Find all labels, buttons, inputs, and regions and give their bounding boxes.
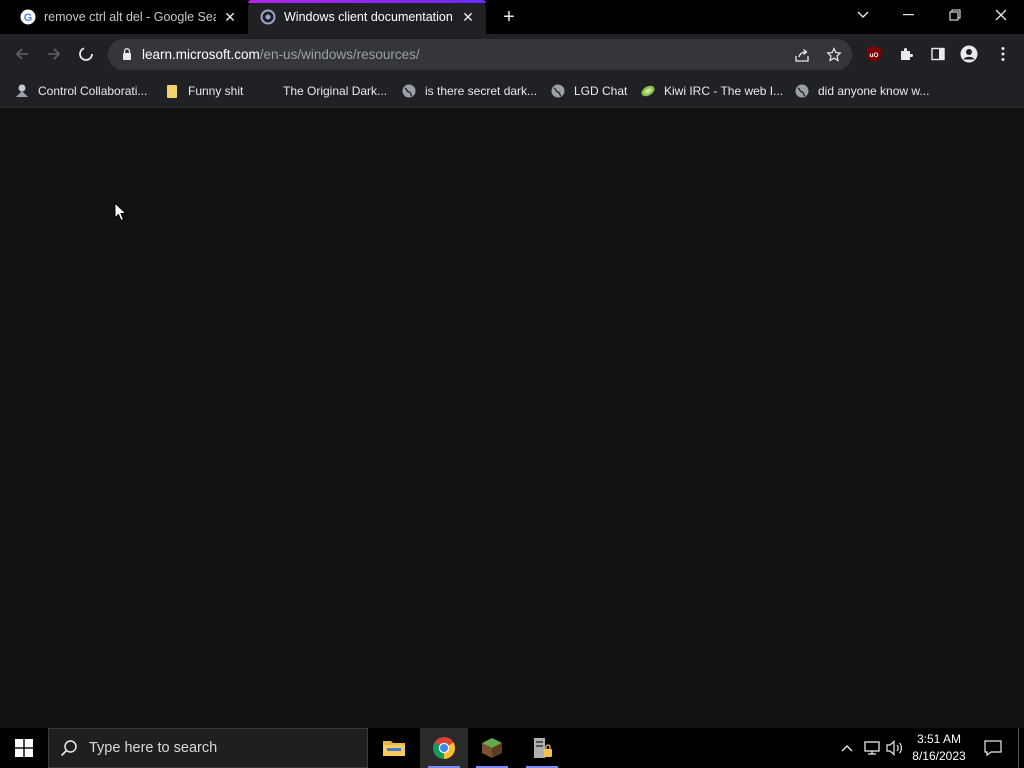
bookmark-original-dark[interactable]: The Original Dark... xyxy=(259,82,387,100)
tab-windows-docs[interactable]: Windows client documentation - ✕ xyxy=(248,0,486,34)
lock-icon[interactable] xyxy=(120,47,134,61)
tab-close-icon[interactable]: ✕ xyxy=(460,9,476,25)
volume-button[interactable] xyxy=(884,728,906,768)
blank-page-icon xyxy=(259,83,275,99)
kiwi-icon xyxy=(640,83,656,99)
folder-icon xyxy=(164,83,180,99)
start-button[interactable] xyxy=(0,728,48,768)
side-panel-icon[interactable] xyxy=(928,44,948,64)
taskbar-server-app[interactable] xyxy=(518,728,566,768)
bookmark-star-icon[interactable] xyxy=(824,45,844,65)
profile-avatar-icon[interactable] xyxy=(959,44,979,64)
bookmark-secret-dark[interactable]: is there secret dark... xyxy=(401,82,537,100)
arrow-right-icon xyxy=(48,48,61,60)
browser-toolbar: learn.microsoft.com/en-us/windows/resour… xyxy=(0,34,1024,74)
restore-button[interactable] xyxy=(932,0,978,30)
svg-text:uO: uO xyxy=(869,52,878,59)
tab-strip: G remove ctrl alt del - Google Sear ✕ Wi… xyxy=(0,0,1024,34)
minimize-icon xyxy=(903,14,914,16)
action-center-button[interactable] xyxy=(978,728,1008,768)
taskbar-chrome[interactable] xyxy=(420,728,468,768)
chevron-up-icon xyxy=(841,745,853,752)
minimize-button[interactable] xyxy=(886,0,932,30)
arrow-left-icon xyxy=(15,48,28,60)
page-content[interactable] xyxy=(0,108,1024,728)
address-bar[interactable]: learn.microsoft.com/en-us/windows/resour… xyxy=(108,39,852,70)
network-status-button[interactable] xyxy=(860,728,882,768)
tab-title: Windows client documentation - xyxy=(284,10,454,24)
bookmark-kiwi-irc[interactable]: Kiwi IRC - The web I... xyxy=(640,82,783,100)
kebab-menu-icon[interactable] xyxy=(993,44,1013,64)
url-host: learn.microsoft.com xyxy=(142,47,260,62)
bookmark-control-collaboration[interactable]: Control Collaborati... xyxy=(14,82,147,100)
file-explorer-icon xyxy=(383,741,405,756)
clock-date: 8/16/2023 xyxy=(912,749,966,763)
forward-button[interactable] xyxy=(40,40,68,68)
notification-icon xyxy=(984,740,1002,756)
clock-time: 3:51 AM xyxy=(916,732,962,746)
tab-google-search[interactable]: G remove ctrl alt del - Google Sear ✕ xyxy=(0,0,248,34)
speaker-icon xyxy=(886,740,902,756)
bookmark-label: did anyone know w... xyxy=(818,84,930,98)
bookmark-label: The Original Dark... xyxy=(283,84,388,98)
mouse-cursor-icon xyxy=(114,202,128,222)
windows-logo-icon xyxy=(15,739,33,757)
loading-spinner-icon xyxy=(79,47,93,61)
collab-icon xyxy=(14,83,30,99)
bookmark-funny[interactable]: Funny shit xyxy=(164,82,243,100)
bookmark-label: is there secret dark... xyxy=(425,84,538,98)
system-clock[interactable]: 3:51 AM 8/16/2023 xyxy=(906,731,972,765)
search-placeholder: Type here to search xyxy=(89,740,218,756)
globe-icon xyxy=(794,83,810,99)
bookmarks-bar: Control Collaborati... Funny shit The Or… xyxy=(0,74,1024,108)
taskbar-search-box[interactable]: Type here to search xyxy=(48,728,368,768)
url-text[interactable]: learn.microsoft.com/en-us/windows/resour… xyxy=(142,47,420,62)
bookmark-label: LGD Chat xyxy=(574,84,628,98)
bookmark-label: Kiwi IRC - The web I... xyxy=(664,84,784,98)
globe-icon xyxy=(401,83,417,99)
bookmark-label: Funny shit xyxy=(188,84,244,98)
new-tab-button[interactable]: + xyxy=(498,6,520,28)
show-desktop-button[interactable] xyxy=(1018,728,1024,768)
globe-icon xyxy=(550,83,566,99)
tab-title: remove ctrl alt del - Google Sear xyxy=(44,10,216,24)
microsoft-learn-icon xyxy=(260,9,276,25)
ublock-extension-icon[interactable]: uO xyxy=(864,44,884,64)
bookmark-did-anyone-know[interactable]: did anyone know w... xyxy=(794,82,929,100)
windows-taskbar: Type here to search 3:51 AM 8/16/2023 xyxy=(0,728,1024,768)
close-icon xyxy=(995,9,1007,21)
tab-accent-bar xyxy=(248,0,486,3)
restore-icon xyxy=(949,9,961,21)
server-icon xyxy=(534,738,552,758)
show-hidden-icons-button[interactable] xyxy=(836,728,858,768)
minecraft-icon xyxy=(482,738,502,758)
chevron-down-icon xyxy=(857,11,869,18)
tab-close-icon[interactable]: ✕ xyxy=(222,9,238,25)
stop-loading-button[interactable] xyxy=(72,40,100,68)
search-icon xyxy=(49,728,89,768)
extensions-puzzle-icon[interactable] xyxy=(896,44,916,64)
svg-text:G: G xyxy=(24,12,33,24)
taskbar-minecraft[interactable] xyxy=(468,728,516,768)
share-icon[interactable] xyxy=(792,45,812,65)
google-icon: G xyxy=(20,9,36,25)
tab-search-button[interactable] xyxy=(840,0,886,30)
bookmark-lgd-chat[interactable]: LGD Chat xyxy=(550,82,627,100)
close-window-button[interactable] xyxy=(978,0,1024,30)
bookmark-label: Control Collaborati... xyxy=(38,84,148,98)
back-button[interactable] xyxy=(8,40,36,68)
url-path: /en-us/windows/resources/ xyxy=(259,47,420,62)
taskbar-file-explorer[interactable] xyxy=(370,728,418,768)
chrome-icon xyxy=(433,737,455,759)
network-icon xyxy=(864,741,880,755)
